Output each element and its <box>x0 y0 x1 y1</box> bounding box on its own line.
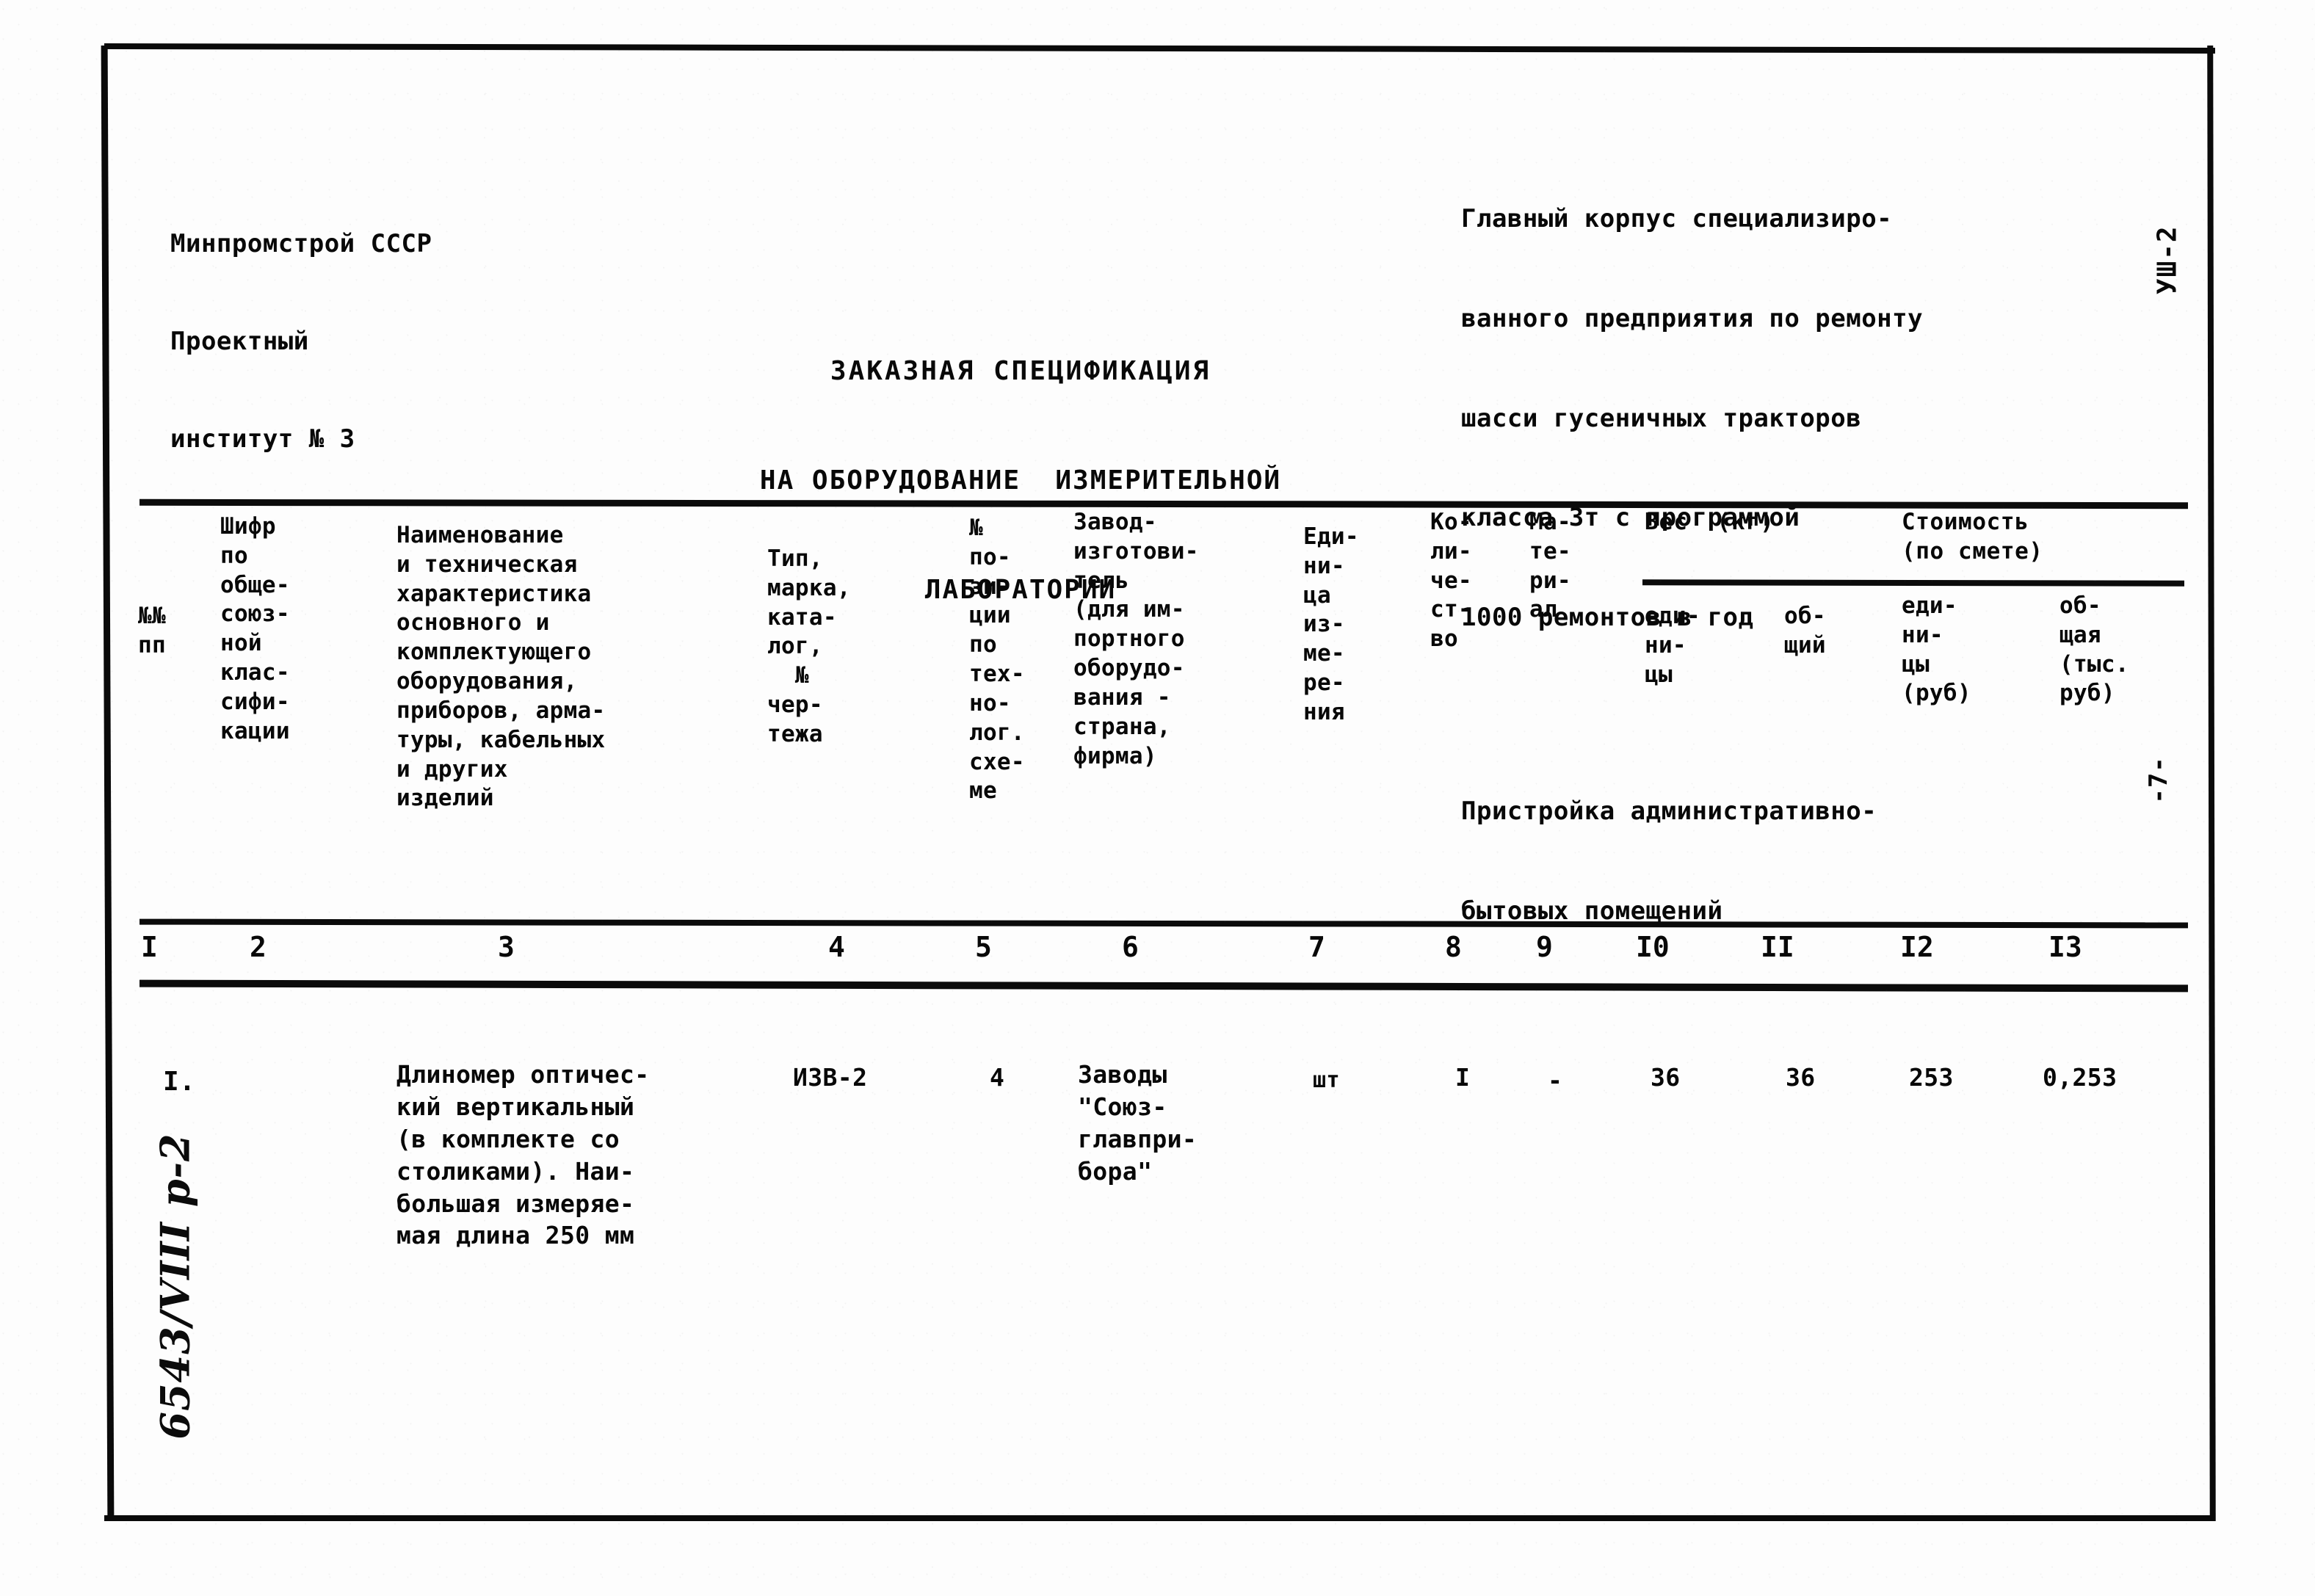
page-number-label: -7- <box>2143 756 2173 804</box>
table-row-weight-unit: 36 <box>1651 1063 1681 1092</box>
project-line-1: Главный корпус специализиро- <box>1461 204 1893 234</box>
column-number-6: 6 <box>1122 931 1139 963</box>
column-header-cost-span: Стоимость (по смете) <box>1902 509 2043 565</box>
table-row-unit: шт <box>1313 1067 1340 1093</box>
table-row-cost-total: 0,253 <box>2043 1063 2117 1092</box>
table-row-name-spec: Длиномер оптичес- кий вертикальный (в ко… <box>396 1060 650 1250</box>
table-row-item-number: I. <box>163 1067 196 1097</box>
column-header-weight-total: об- щий <box>1784 603 1826 659</box>
column-number-10: I0 <box>1636 931 1670 963</box>
sheet-code-label: УШ-2 <box>2152 225 2183 295</box>
column-number-13: I3 <box>2048 931 2082 963</box>
page-border-top <box>104 43 2216 54</box>
column-number-7: 7 <box>1308 931 1325 963</box>
column-number-5: 5 <box>975 931 992 963</box>
column-header-type-mark: Тип, марка, ката- лог, № чер- тежа <box>767 545 851 747</box>
column-header-cost-unit: еди- ни- цы (руб) <box>1902 592 1971 707</box>
column-header-cost-total: об- щая (тыс. руб) <box>2059 592 2129 707</box>
document-page: Минпромстрой СССР Проектный институт № 3… <box>0 0 2315 1596</box>
column-header-quantity: Ко- ли- че- ст- во <box>1430 509 1472 653</box>
column-header-weight-unit: еди- ни- цы <box>1645 603 1700 688</box>
column-number-2: 2 <box>250 931 267 963</box>
page-border-bottom <box>104 1515 2215 1521</box>
column-header-classifier: Шифр по обще- союз- ной клас- сифи- каци… <box>220 513 290 744</box>
table-row-quantity: I <box>1455 1063 1471 1092</box>
column-number-9: 9 <box>1536 931 1553 963</box>
table-row-material: - <box>1548 1066 1563 1095</box>
column-header-name-spec: Наименование и техническая характеристик… <box>396 522 606 812</box>
table-row-cost-unit: 253 <box>1909 1063 1954 1092</box>
organization-line-2: Проектный <box>170 326 309 356</box>
page-border-left <box>101 45 115 1522</box>
column-header-unit: Еди- ни- ца из- ме- ре- ния <box>1303 523 1359 725</box>
document-title-line-1: ЗАКАЗНАЯ СПЕЦИФИКАЦИЯ <box>830 356 1211 387</box>
table-row-weight-total: 36 <box>1786 1063 1816 1092</box>
organization-block: Минпромстрой СССР Проектный институт № 3 <box>170 163 432 520</box>
project-line-6: Пристройка административно- <box>1461 797 1877 827</box>
table-span-header-rule <box>1642 579 2185 587</box>
column-header-item-number: №№ пп <box>138 603 166 659</box>
column-number-12: I2 <box>1900 931 1934 963</box>
project-line-2: ванного предприятия по ремонту <box>1461 304 1924 334</box>
organization-line-1: Минпромстрой СССР <box>170 229 432 259</box>
column-header-weight-span: Вес (кг) <box>1645 509 1775 535</box>
column-number-11: II <box>1761 931 1794 963</box>
column-header-manufacturer: Завод- изготови- тель (для им- портного … <box>1073 509 1199 769</box>
column-header-position-no: № по- зи- ции по тех- но- лог. схе- ме <box>969 515 1025 805</box>
column-number-4: 4 <box>828 931 845 963</box>
table-row-position-no: 4 <box>990 1063 1005 1092</box>
column-number-3: 3 <box>498 931 515 963</box>
table-row-type-mark: ИЗВ-2 <box>793 1063 868 1092</box>
project-line-3: шасси гусеничных тракторов <box>1461 403 1862 433</box>
column-header-material: Ма- те- ри- ал <box>1529 509 1571 623</box>
column-number-8: 8 <box>1445 931 1462 963</box>
page-border-right <box>2207 45 2216 1522</box>
table-row-manufacturer: Заводы "Союз- главпри- бора" <box>1078 1060 1198 1186</box>
column-number-1: I <box>141 931 158 963</box>
document-title-line-2: НА ОБОРУДОВАНИЕ ИЗМЕРИТЕЛЬНОЙ <box>759 465 1282 496</box>
project-block-spacer <box>1461 701 1923 729</box>
organization-line-3: институт № 3 <box>170 424 355 454</box>
handwritten-annotation: 6543/VIII р-2 <box>151 1133 199 1440</box>
